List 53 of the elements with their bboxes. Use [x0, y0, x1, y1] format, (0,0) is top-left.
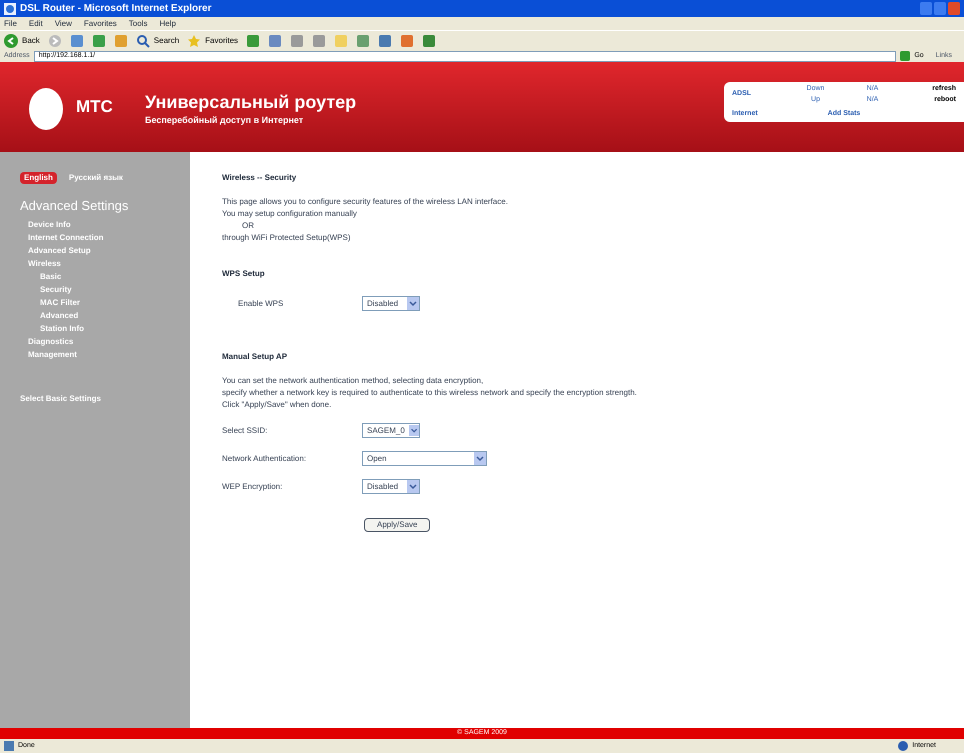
sidebar-heading: Advanced Settings — [20, 197, 130, 215]
dropdown[interactable]: Disabled — [362, 479, 420, 494]
back-button[interactable]: Back — [4, 34, 40, 48]
toolbar-icon[interactable] — [114, 34, 128, 48]
dropdown[interactable]: SAGEM_0 — [362, 423, 420, 438]
go-icon[interactable] — [900, 51, 910, 61]
toolbar-icon[interactable] — [92, 34, 106, 48]
toolbar-icon[interactable] — [246, 34, 260, 48]
toolbar-icon[interactable] — [422, 34, 436, 48]
intro-text: This page allows you to configure security features of the wireless LAN interface. — [222, 196, 509, 208]
browser-icon[interactable] — [4, 2, 16, 14]
field-label: WEP Encryption: — [222, 480, 284, 492]
field-label: Select SSID: — [222, 424, 268, 436]
section-heading: Manual Setup AP — [222, 351, 288, 363]
dropdown[interactable]: Disabled — [362, 296, 420, 311]
header-title: Универсальный роутер — [145, 91, 358, 114]
description-text: You can set the network authentication method, selecting data encryption, — [222, 375, 484, 387]
header-subtitle: Бесперебойный доступ в Интернет — [145, 114, 304, 127]
section-heading: WPS Setup — [222, 268, 266, 280]
toolbar-icon[interactable] — [356, 34, 370, 48]
dropdown[interactable]: Open — [362, 451, 487, 466]
menu-item[interactable]: Favorites — [84, 18, 117, 30]
toolbar-icon[interactable] — [312, 34, 326, 48]
description-text: specify whether a network key is required to authenticate to this wireless network and specify the encryption strength. — [222, 387, 638, 399]
intro-text: through WiFi Protected Setup(WPS) — [222, 232, 352, 244]
favorites-button[interactable]: Favorites — [187, 34, 238, 48]
field-label: Enable WPS — [238, 298, 284, 310]
search-button[interactable]: Search — [136, 34, 180, 48]
search-icon[interactable] — [136, 34, 150, 48]
menu-item[interactable]: Edit — [28, 18, 43, 30]
back-icon[interactable] — [4, 34, 18, 48]
window-title: DSL Router - Microsoft Internet Explorer — [20, 2, 212, 16]
toolbar-icon[interactable] — [70, 34, 84, 48]
apply-save-button[interactable]: Apply/Save — [364, 518, 430, 532]
menu-item[interactable]: File — [4, 18, 17, 30]
description-text: Click "Apply/Save" when done. — [222, 399, 332, 411]
intro-text: You may setup configuration manually — [222, 208, 358, 220]
globe-icon[interactable] — [898, 741, 908, 751]
page-title: Wireless -- Security — [222, 172, 298, 184]
toolbar-icon[interactable] — [378, 34, 392, 48]
forward-icon[interactable] — [48, 34, 62, 48]
field-label: Network Authentication: — [222, 452, 308, 464]
toolbar-icon[interactable] — [290, 34, 304, 48]
toolbar-icon[interactable] — [400, 34, 414, 48]
toolbar-icon[interactable] — [268, 34, 282, 48]
menu-item[interactable]: Tools — [128, 18, 148, 30]
menu-item[interactable]: Help — [159, 18, 176, 30]
window-controls-icon[interactable] — [920, 2, 960, 15]
logo-text: МТС — [76, 96, 113, 118]
star-icon[interactable] — [187, 34, 202, 48]
language-button[interactable]: English — [20, 172, 57, 184]
intro-text: OR — [241, 220, 255, 232]
menu-item[interactable]: View — [54, 18, 72, 30]
